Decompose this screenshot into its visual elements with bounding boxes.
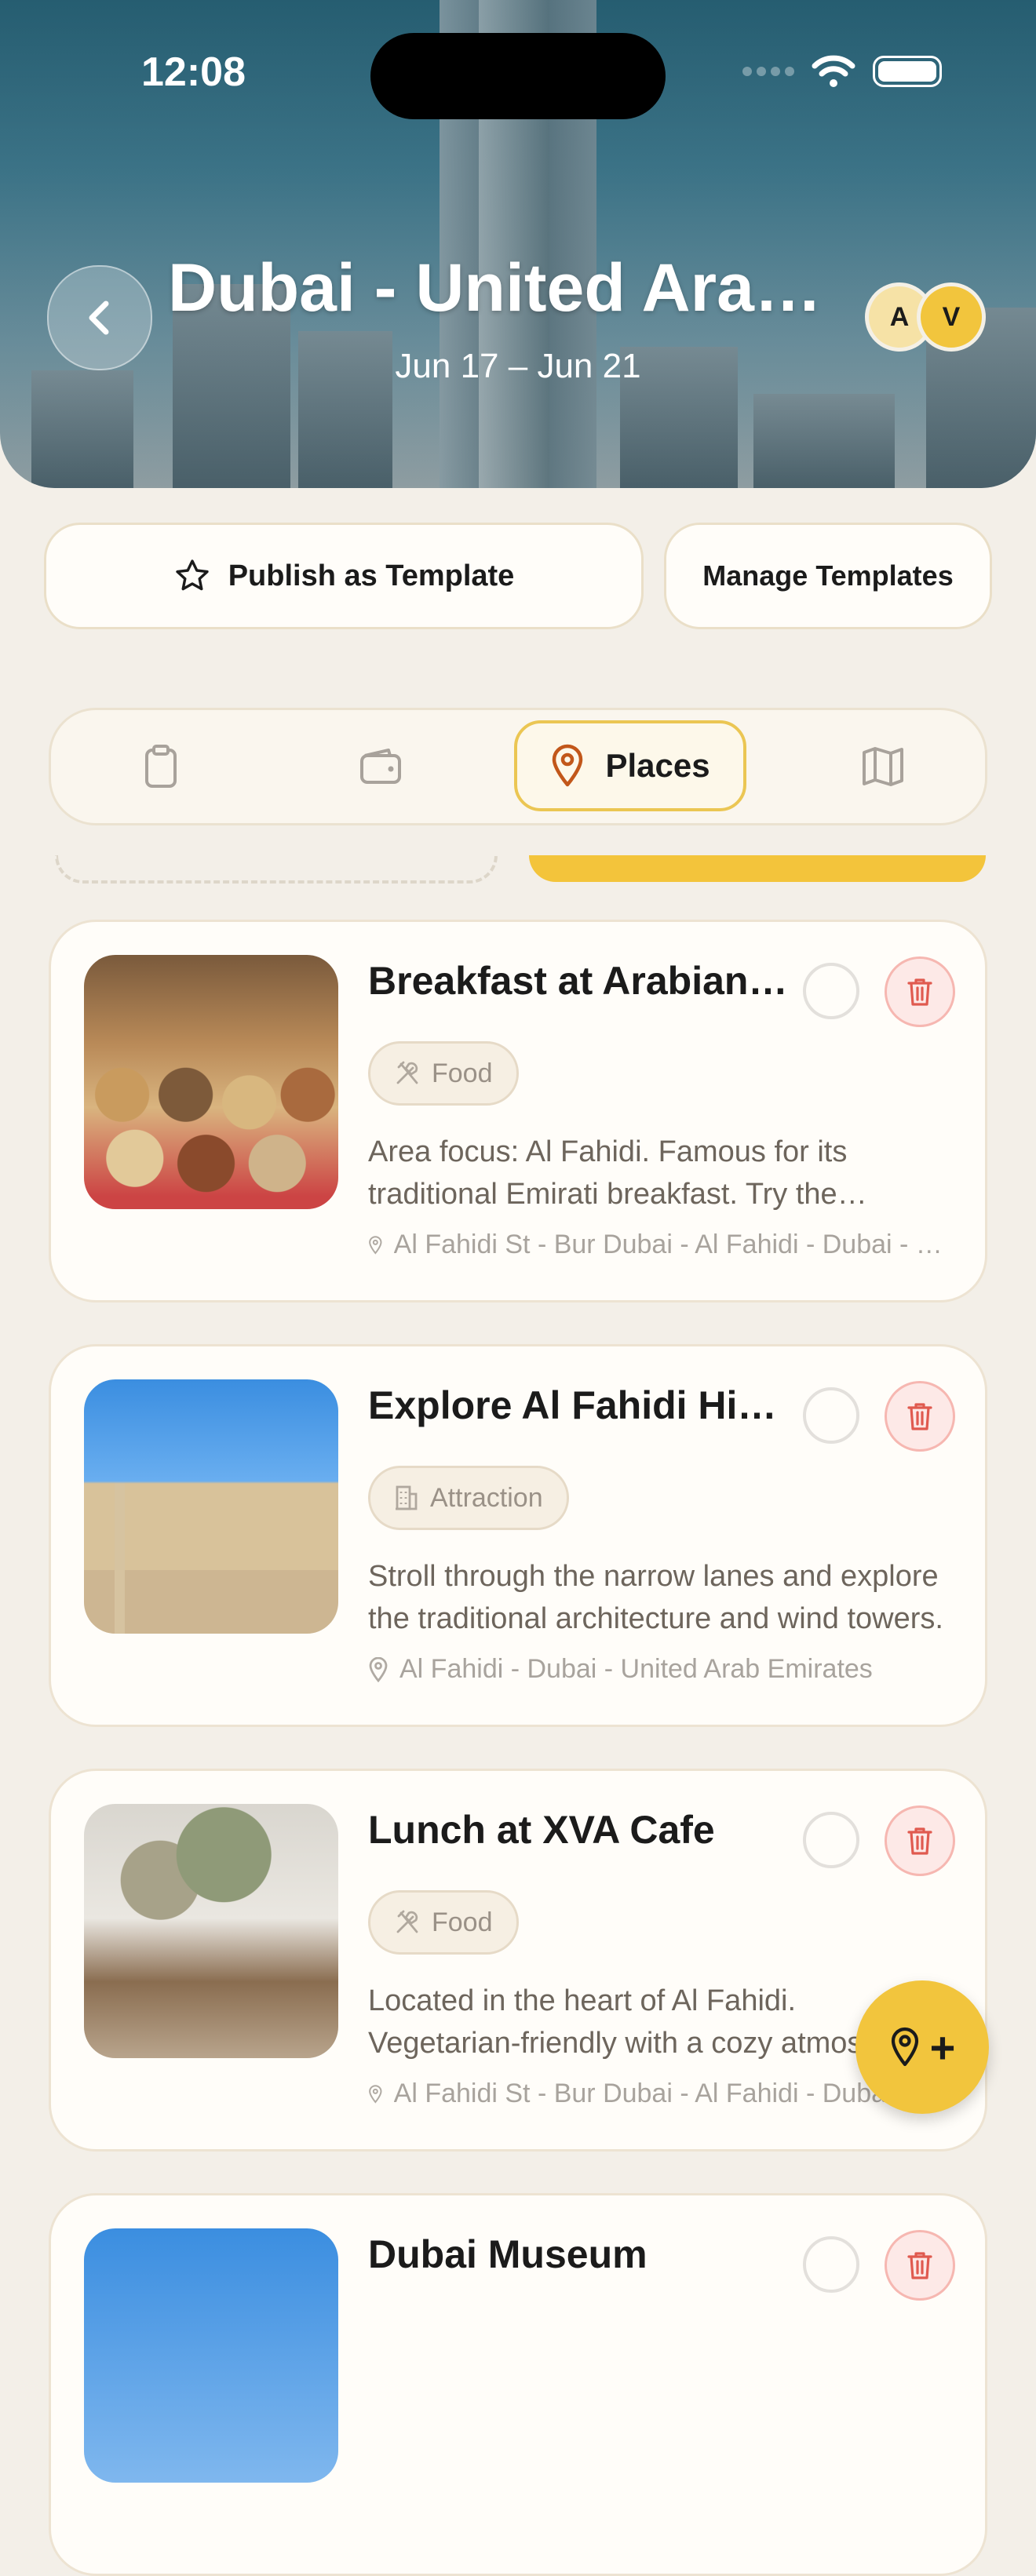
star-icon [175,559,209,591]
category-tag: Attraction [368,1466,569,1530]
category-label: Food [432,1907,493,1937]
header-hero-image: 12:08 Dubai - United Arab Emirates Jun 1… [0,0,1036,488]
category-label: Attraction [430,1482,543,1513]
place-card[interactable]: Explore Al Fahidi Historical Neighbourho… [49,1344,987,1727]
wallet-icon [360,749,401,784]
place-title: Dubai Museum [368,2232,648,2276]
add-place-button[interactable]: + [855,1980,989,2114]
place-description: Area focus: Al Fahidi. Famous for its tr… [368,1135,848,1211]
place-photo [84,2228,338,2483]
utensils-icon [396,1061,418,1084]
location-icon [369,2084,382,2104]
delete-button[interactable] [885,1805,955,1876]
place-photo [84,955,338,1209]
tab-places-label: Places [605,747,710,784]
map-pin-icon [553,744,583,787]
place-photo [84,1804,338,2058]
place-address: Al Fahidi St - Bur Dubai - Al Fahidi - D… [368,1230,949,1260]
dynamic-island [370,33,666,119]
day-filter-dashed [55,855,498,884]
place-description: Stroll through the narrow lanes and expl… [368,1560,943,1635]
delete-button[interactable] [885,1381,955,1452]
visited-checkbox[interactable] [803,1387,859,1444]
location-icon [369,1656,388,1682]
visited-checkbox[interactable] [803,963,859,1019]
visited-checkbox[interactable] [803,1812,859,1868]
battery-icon [873,56,942,87]
map-pin-icon [891,2027,918,2067]
place-title: Lunch at XVA Cafe [368,1808,715,1852]
publish-template-button[interactable]: Publish as Template [44,523,644,629]
trash-icon [907,978,932,1006]
clipboard-icon [145,745,177,788]
section-tabs: Places [49,708,987,825]
trash-icon [907,1403,932,1430]
place-title: Breakfast at Arabian Tea House [368,959,792,1003]
chevron-left-icon [89,301,109,335]
place-address: Al Fahidi - Dubai - United Arab Emirates [368,1654,949,1685]
tab-budget[interactable] [310,721,451,812]
place-address-text: Al Fahidi - Dubai - United Arab Emirates [399,1654,873,1684]
trash-icon [907,1827,932,1855]
status-icons [742,55,942,88]
place-address: Al Fahidi St - Bur Dubai - Al Fahidi - D… [368,2079,949,2109]
place-photo [84,1379,338,1634]
category-label: Food [432,1058,493,1088]
delete-button[interactable] [885,2230,955,2301]
category-tag: Food [368,1890,519,1955]
collaborator-avatars[interactable]: A V [865,282,986,352]
tab-checklist[interactable] [90,721,232,812]
trash-icon [907,2252,932,2279]
manage-templates-button[interactable]: Manage Templates [664,523,992,629]
avatar[interactable]: V [917,282,986,352]
category-tag: Food [368,1041,519,1106]
delete-button[interactable] [885,956,955,1027]
place-card[interactable]: Dubai Museum [49,2193,987,2576]
place-card[interactable]: Lunch at XVA Cafe Food Located in the he… [49,1769,987,2152]
map-icon [863,747,903,786]
manage-templates-label: Manage Templates [702,559,954,592]
place-title: Explore Al Fahidi Historical Neighbourho… [368,1383,792,1427]
place-card[interactable]: Breakfast at Arabian Tea House Food Area… [49,920,987,1303]
day-filter-selected [529,855,986,882]
publish-template-label: Publish as Template [228,559,515,592]
plus-icon: + [929,2022,956,2072]
wifi-icon [812,55,855,87]
signal-icon [742,67,794,76]
location-icon [369,1235,382,1255]
utensils-icon [396,1910,418,1933]
building-icon [396,1485,418,1510]
tab-map[interactable] [812,721,954,812]
visited-checkbox[interactable] [803,2236,859,2293]
trip-title: Dubai - United Arab Emirates [168,250,859,326]
tab-places[interactable]: Places [514,720,746,811]
place-address-text: Al Fahidi St - Bur Dubai - Al Fahidi - D… [393,1230,949,1259]
status-time: 12:08 [141,49,246,95]
trip-dates: Jun 17 – Jun 21 [395,347,641,385]
